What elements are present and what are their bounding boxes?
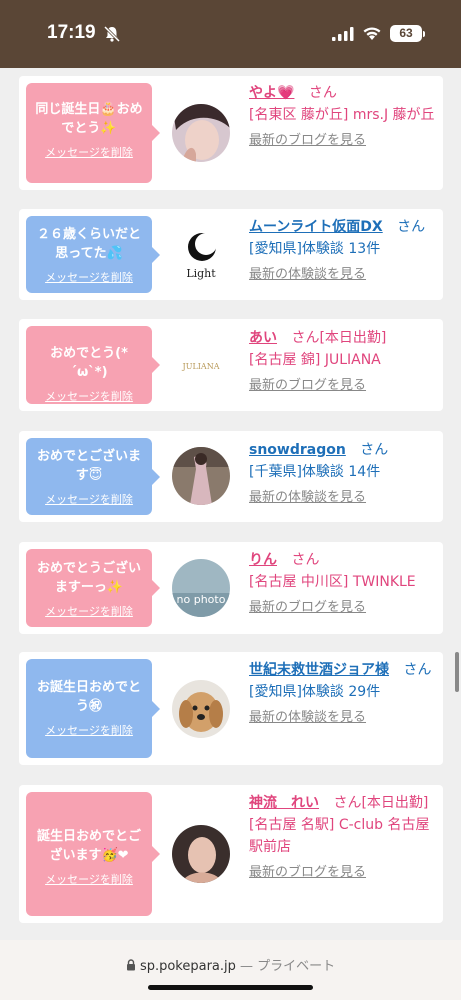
honorific: さん — [360, 442, 389, 458]
wifi-icon — [363, 27, 381, 40]
latest-review-link[interactable]: 最新の体験談を見る — [249, 487, 437, 509]
message-card: おめでとうございますーっ✨ メッセージを削除 no photo りん さん [名… — [19, 542, 443, 634]
message-text: 誕生日おめでとございます🥳❤ — [36, 829, 141, 863]
message-text: 同じ誕生日🎂おめでとう✨ — [35, 102, 143, 136]
message-bubble: 誕生日おめでとございます🥳❤ メッセージを削除 — [26, 792, 160, 916]
delete-message-link[interactable]: メッセージを削除 — [32, 871, 146, 887]
moonlight-logo-text: Light — [186, 267, 216, 280]
sender-detail: [千葉県]体験談 14件 — [249, 464, 381, 480]
url-display[interactable]: sp.pokepara.jp — プライベート — [0, 955, 461, 974]
sender-name-link[interactable]: りん — [249, 552, 277, 568]
avatar[interactable] — [172, 680, 230, 738]
delete-message-link[interactable]: メッセージを削除 — [32, 603, 146, 619]
avatar[interactable]: JULIANA — [172, 336, 230, 394]
moonlight-logo: Light — [172, 225, 230, 283]
private-mode-label: プライベート — [257, 959, 336, 974]
juliana-logo-text: JULIANA — [182, 362, 220, 371]
silent-bell-icon — [103, 25, 121, 43]
message-bubble: ２６歳くらいだと思ってた💦 メッセージを削除 — [26, 216, 160, 293]
message-card: お誕生日おめでとう㊗ メッセージを削除 世紀末救世酒ジョア様 さん [愛知県]体… — [19, 652, 443, 765]
working-today-badge: [本日出勤] — [361, 795, 429, 811]
message-text: おめでとございます😇 — [36, 449, 141, 483]
avatar[interactable] — [172, 447, 230, 505]
sender-info: 神流 れい さん[本日出勤] [名古屋 名駅] C-club 名古屋駅前店 最新… — [249, 792, 437, 884]
sender-detail: [愛知県]体験談 29件 — [249, 684, 381, 700]
sender-detail: [名古屋 錦] JULIANA — [249, 352, 381, 368]
sender-name-link[interactable]: 世紀末救世酒ジョア様 — [249, 662, 389, 678]
sender-info: ムーンライト仮面DX さん [愛知県]体験談 13件 最新の体験談を見る — [249, 216, 437, 286]
avatar-photo — [172, 104, 230, 162]
avatar[interactable] — [172, 825, 230, 883]
sender-info: やよ💗 さん [名東区 藤が丘] mrs.J 藤が丘 最新のブログを見る — [249, 82, 437, 152]
message-text: おめでとう(*´ω`*) — [50, 346, 128, 380]
message-bubble: おめでとうございますーっ✨ メッセージを削除 — [26, 549, 160, 627]
message-bubble: お誕生日おめでとう㊗ メッセージを削除 — [26, 659, 160, 758]
sender-detail: [名東区 藤が丘] mrs.J 藤が丘 — [249, 107, 435, 123]
avatar[interactable]: Light — [172, 225, 230, 283]
message-bubble: おめでとう(*´ω`*) メッセージを削除 — [26, 326, 160, 404]
scrollbar[interactable] — [455, 652, 459, 692]
sender-info: りん さん [名古屋 中川区] TWINKLE 最新のブログを見る — [249, 549, 437, 619]
delete-message-link[interactable]: メッセージを削除 — [32, 144, 146, 160]
sender-name-link[interactable]: やよ💗 — [249, 85, 294, 101]
message-text: ２６歳くらいだと思ってた💦 — [36, 227, 141, 261]
battery-level: 63 — [399, 26, 413, 40]
delete-message-link[interactable]: メッセージを削除 — [32, 491, 146, 507]
status-bar: 17:19 63 — [0, 0, 461, 68]
sender-info: 世紀末救世酒ジョア様 さん [愛知県]体験談 29件 最新の体験談を見る — [249, 659, 437, 729]
honorific: さん — [291, 330, 320, 346]
message-bubble: おめでとございます😇 メッセージを削除 — [26, 438, 160, 515]
url-separator: — — [240, 959, 254, 974]
message-card: おめでとございます😇 メッセージを削除 snowdragon さん [千葉県]体… — [19, 431, 443, 522]
delete-message-link[interactable]: メッセージを削除 — [32, 722, 146, 738]
message-card: 同じ誕生日🎂おめでとう✨ メッセージを削除 やよ💗 さん [名東区 藤が丘] m… — [19, 76, 443, 190]
latest-blog-link[interactable]: 最新のブログを見る — [249, 597, 437, 619]
latest-blog-link[interactable]: 最新のブログを見る — [249, 375, 437, 397]
sender-info: snowdragon さん [千葉県]体験談 14件 最新の体験談を見る — [249, 439, 437, 509]
honorific: さん — [308, 85, 337, 101]
browser-url-bar[interactable]: sp.pokepara.jp — プライベート — [0, 940, 461, 1000]
sender-name-link[interactable]: 神流 れい — [249, 795, 319, 811]
message-card: 誕生日おめでとございます🥳❤ メッセージを削除 神流 れい さん[本日出勤] [… — [19, 785, 443, 923]
working-today-badge: [本日出勤] — [319, 330, 387, 346]
message-bubble: 同じ誕生日🎂おめでとう✨ メッセージを削除 — [26, 83, 160, 183]
delete-message-link[interactable]: メッセージを削除 — [32, 388, 146, 404]
no-photo-text: no photo — [177, 593, 226, 606]
juliana-logo: JULIANA — [172, 336, 230, 394]
avatar-photo — [172, 447, 230, 505]
latest-blog-link[interactable]: 最新のブログを見る — [249, 862, 437, 884]
honorific: さん — [333, 795, 362, 811]
lock-icon — [126, 959, 135, 971]
message-text: お誕生日おめでとう㊗ — [36, 680, 141, 714]
delete-message-link[interactable]: メッセージを削除 — [32, 269, 146, 285]
avatar[interactable]: no photo — [172, 559, 230, 617]
latest-review-link[interactable]: 最新の体験談を見る — [249, 264, 437, 286]
message-card: ２６歳くらいだと思ってた💦 メッセージを削除 Light ムーンライト仮面DX … — [19, 209, 443, 300]
avatar[interactable] — [172, 104, 230, 162]
honorific: さん — [291, 552, 320, 568]
sender-name-link[interactable]: snowdragon — [249, 442, 346, 458]
sender-name-link[interactable]: ムーンライト仮面DX — [249, 219, 383, 235]
no-photo-placeholder: no photo — [172, 559, 230, 617]
avatar-photo — [172, 680, 230, 738]
honorific: さん — [397, 219, 426, 235]
battery-icon: 63 — [390, 25, 422, 42]
battery-tip — [423, 31, 425, 37]
honorific: さん — [403, 662, 432, 678]
sender-detail: [名古屋 名駅] C-club 名古屋駅前店 — [249, 817, 430, 855]
sender-name-link[interactable]: あい — [249, 330, 277, 346]
url-domain: sp.pokepara.jp — [139, 959, 236, 974]
latest-blog-link[interactable]: 最新のブログを見る — [249, 130, 437, 152]
message-text: おめでとうございますーっ✨ — [36, 561, 141, 595]
signal-icon — [332, 27, 354, 41]
sender-info: あい さん[本日出勤] [名古屋 錦] JULIANA 最新のブログを見る — [249, 327, 437, 397]
status-time: 17:19 — [47, 22, 96, 43]
sender-detail: [名古屋 中川区] TWINKLE — [249, 574, 416, 590]
message-card: おめでとう(*´ω`*) メッセージを削除 JULIANA あい さん[本日出勤… — [19, 319, 443, 411]
avatar-photo — [172, 825, 230, 883]
home-indicator[interactable] — [148, 985, 313, 990]
latest-review-link[interactable]: 最新の体験談を見る — [249, 707, 437, 729]
sender-detail: [愛知県]体験談 13件 — [249, 241, 381, 257]
